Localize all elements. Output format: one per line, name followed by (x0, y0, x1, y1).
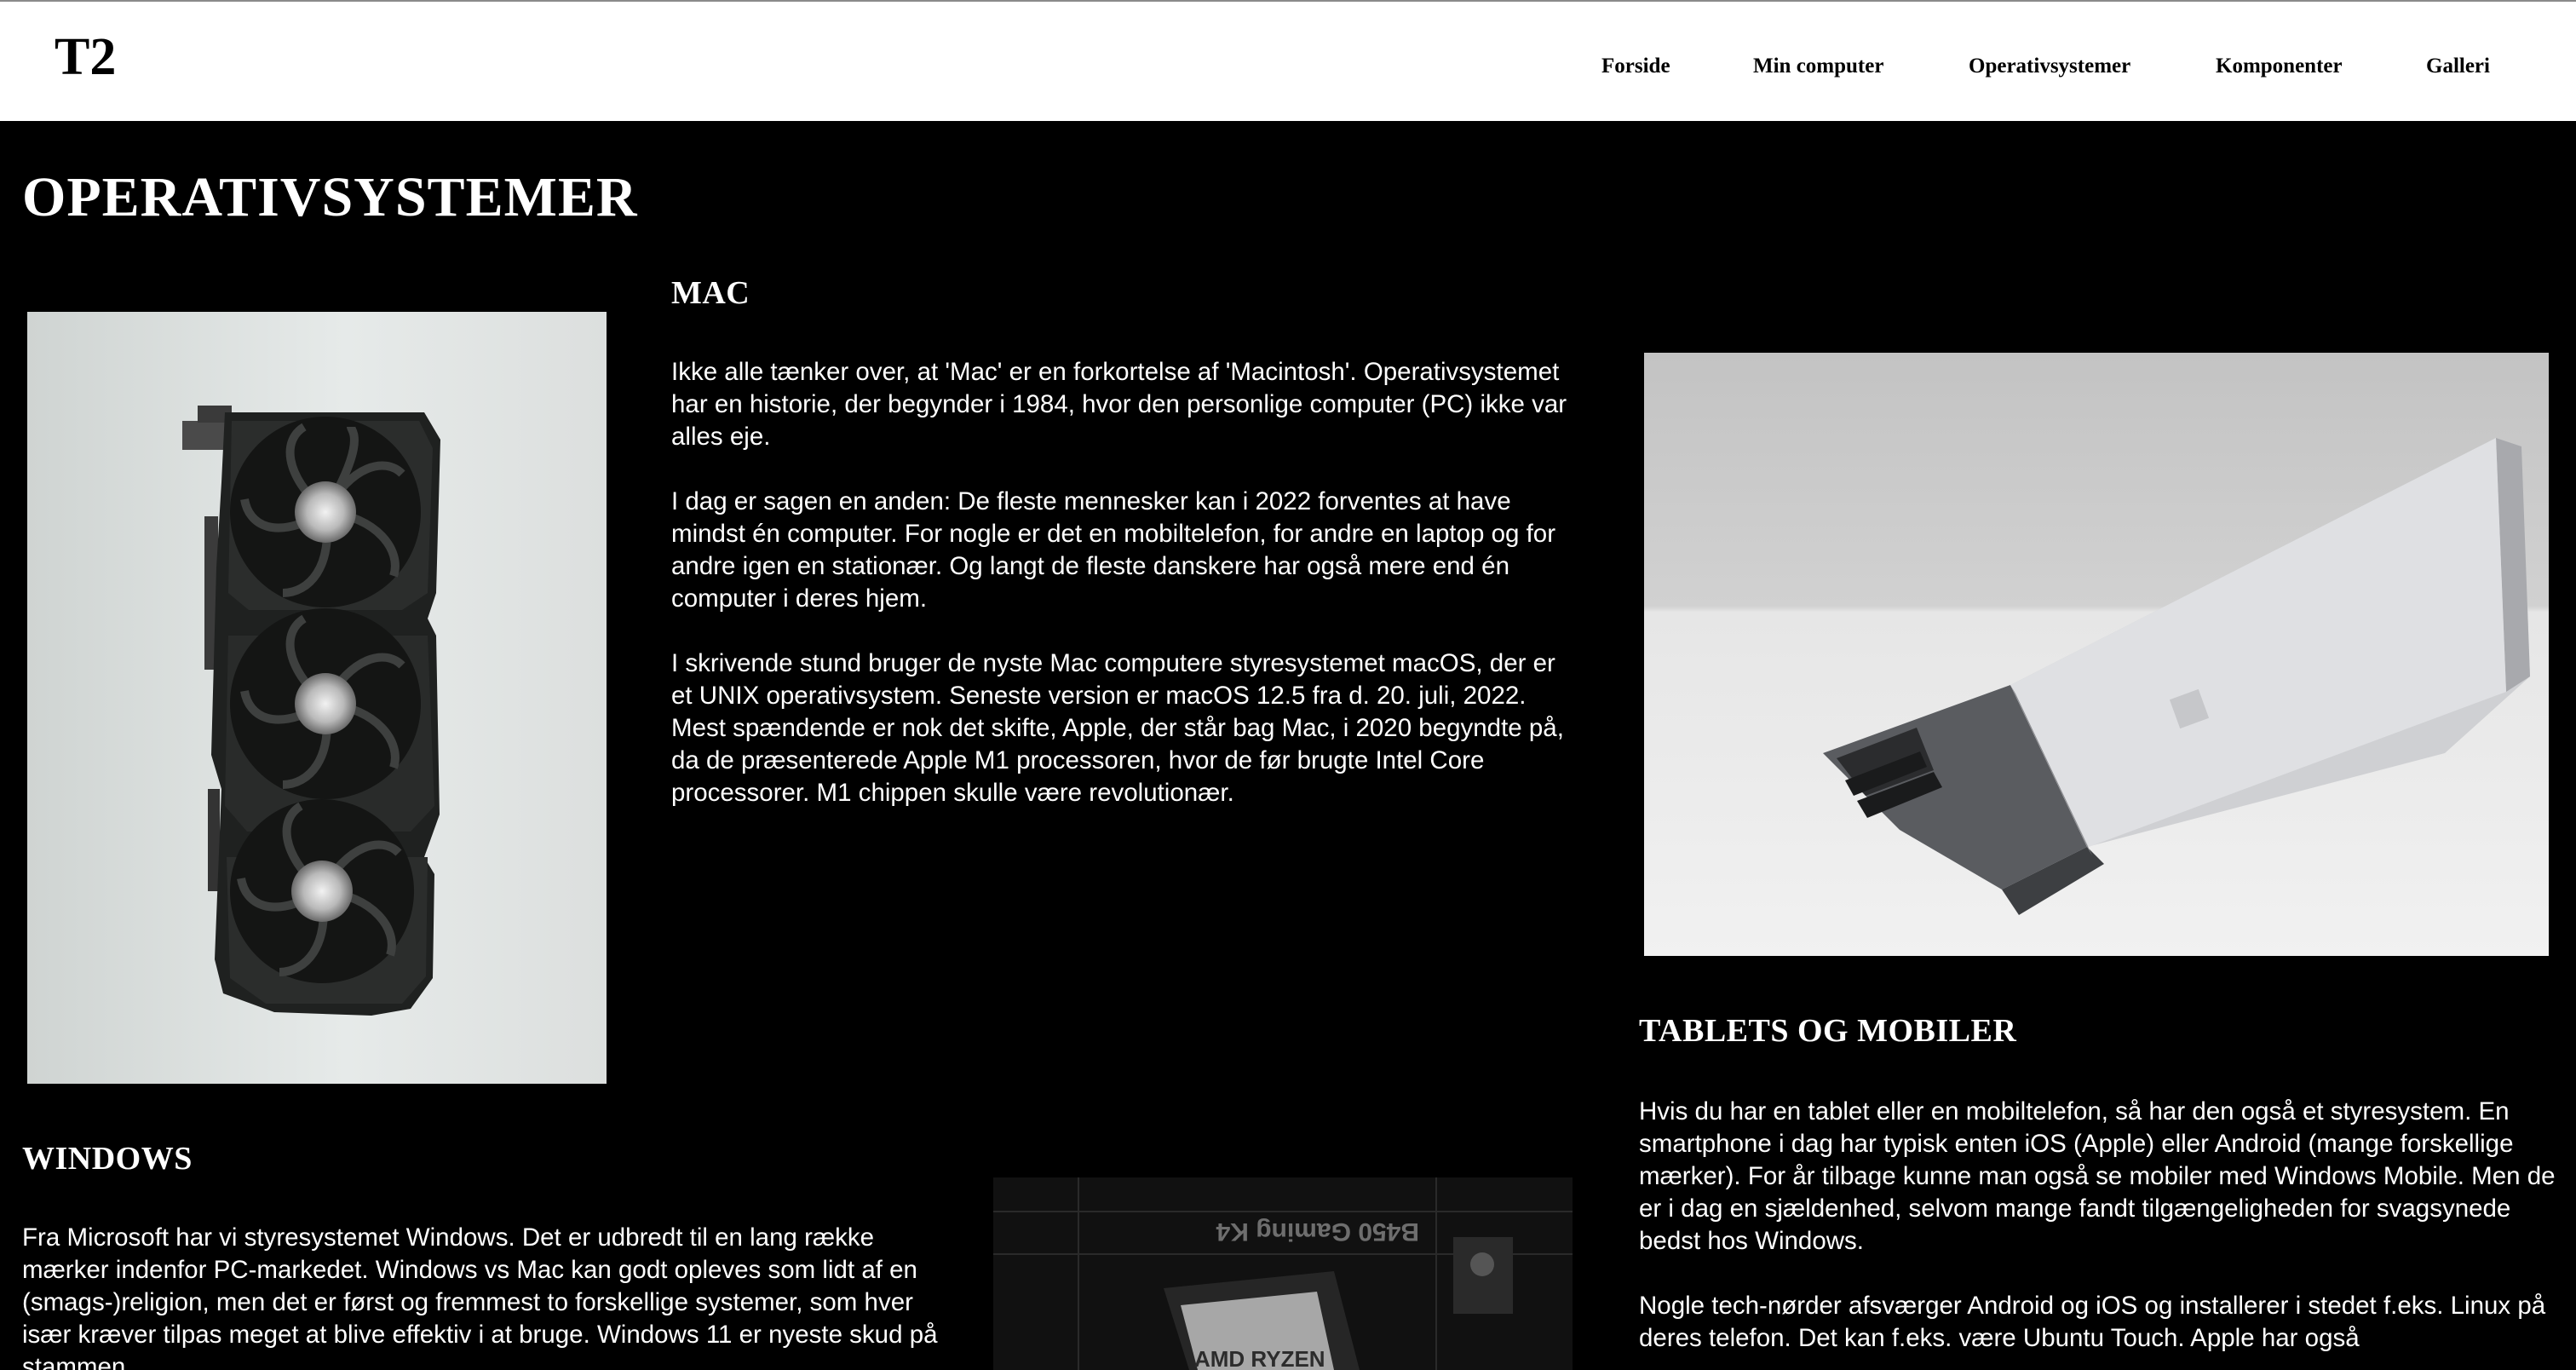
mac-text: Ikke alle tænker over, at 'Mac' er en fo… (671, 356, 1574, 842)
motherboard-illustration: B450 Gaming K4 AMD RYZEN (993, 1177, 1573, 1370)
site-header: T2 Forside Min computer Operativsystemer… (0, 0, 2576, 121)
windows-paragraph: Fra Microsoft har vi styresystemet Windo… (22, 1223, 938, 1370)
motherboard-image: B450 Gaming K4 AMD RYZEN (993, 1177, 1573, 1370)
nav-link-min-computer[interactable]: Min computer (1753, 55, 1883, 78)
nav-link-forside[interactable]: Forside (1601, 55, 1670, 78)
mac-paragraph: Ikke alle tænker over, at 'Mac' er en fo… (671, 358, 1567, 451)
cpu-brand-label: AMD RYZEN (1194, 1346, 1325, 1370)
laptop-image (1644, 353, 2549, 956)
tablets-heading: TABLETS OG MOBILER (1639, 1013, 2017, 1049)
nav-link-operativsystemer[interactable]: Operativsystemer (1969, 55, 2130, 78)
graphics-card-image (27, 312, 607, 1084)
nav-link-galleri[interactable]: Galleri (2426, 55, 2490, 78)
motherboard-model-label: B450 Gaming K4 (1216, 1217, 1419, 1246)
mac-paragraph: I skrivende stund bruger de nyste Mac co… (671, 649, 1564, 807)
page-title: OPERATIVSYSTEMER (22, 166, 638, 228)
windows-heading: WINDOWS (22, 1141, 193, 1177)
laptop-illustration (1823, 438, 2530, 915)
nav-link-komponenter[interactable]: Komponenter (2216, 55, 2343, 78)
graphics-card-illustration (182, 406, 440, 1016)
windows-text: Fra Microsoft har vi styresystemet Windo… (22, 1222, 942, 1370)
mac-paragraph: I dag er sagen en anden: De fleste menne… (671, 487, 1556, 613)
main-nav: Forside Min computer Operativsystemer Ko… (0, 55, 2576, 89)
tablets-text: Hvis du har en tablet eller en mobiltele… (1639, 1096, 2559, 1370)
tablets-paragraph: Nogle tech-nørder afsværger Android og i… (1639, 1292, 2546, 1352)
mac-heading: MAC (671, 275, 750, 311)
tablets-paragraph: Hvis du har en tablet eller en mobiltele… (1639, 1097, 2556, 1255)
